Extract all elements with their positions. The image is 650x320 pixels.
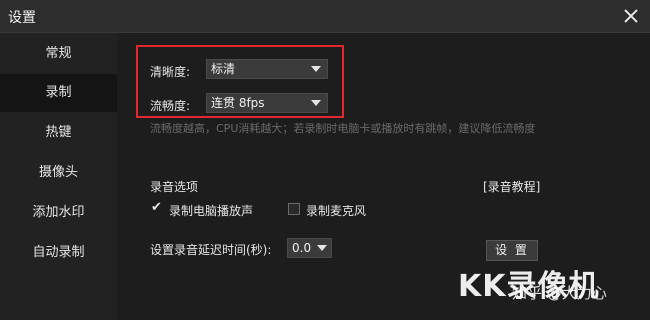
clarity-select[interactable]: 标清 — [206, 59, 328, 79]
audio-delay-value: 0.0 — [292, 241, 312, 255]
audio-section-title: 录音选项 — [150, 180, 199, 194]
audio-tutorial-link[interactable]: [录音教程] — [483, 178, 540, 195]
fluency-value: 连贯 8fps — [211, 96, 265, 110]
audio-delay-select[interactable]: 0.0 — [287, 238, 332, 258]
window-title: 设置 — [8, 10, 36, 26]
fluency-hint: 流畅度越高，CPU消耗越大；若录制时电脑卡或播放时有跳帧，建议降低流畅度 — [150, 122, 536, 135]
sidebar-item-watermark[interactable]: 添加水印 — [0, 194, 117, 232]
fluency-label: 流畅度: — [150, 99, 191, 113]
sidebar-item-camera[interactable]: 摄像头 — [0, 154, 117, 192]
audio-settings-button[interactable]: 设 置 — [486, 240, 538, 261]
record-pc-sound-checkbox[interactable]: ✔ — [151, 200, 162, 215]
record-mic-checkbox[interactable] — [288, 203, 300, 215]
sidebar-item-hotkeys[interactable]: 热键 — [0, 114, 117, 152]
sidebar-item-general[interactable]: 常规 — [0, 35, 117, 73]
clarity-value: 标清 — [211, 62, 236, 76]
record-pc-sound-label: 录制电脑播放声 — [169, 204, 254, 218]
close-icon[interactable] — [622, 7, 640, 25]
sidebar-item-record[interactable]: 录制 — [0, 74, 117, 112]
chevron-down-icon — [311, 100, 321, 106]
sidebar-item-auto-record[interactable]: 自动录制 — [0, 234, 117, 272]
title-bar: 设置 — [0, 0, 650, 33]
chevron-down-icon — [311, 66, 321, 72]
chevron-down-icon — [317, 245, 327, 251]
record-mic-label: 录制麦克风 — [306, 204, 367, 218]
clarity-label: 清晰度: — [150, 65, 191, 79]
fluency-select[interactable]: 连贯 8fps — [206, 93, 328, 113]
audio-delay-label: 设置录音延迟时间(秒): — [150, 243, 272, 257]
zhihu-watermark: 知乎 @大力心 — [512, 284, 607, 302]
